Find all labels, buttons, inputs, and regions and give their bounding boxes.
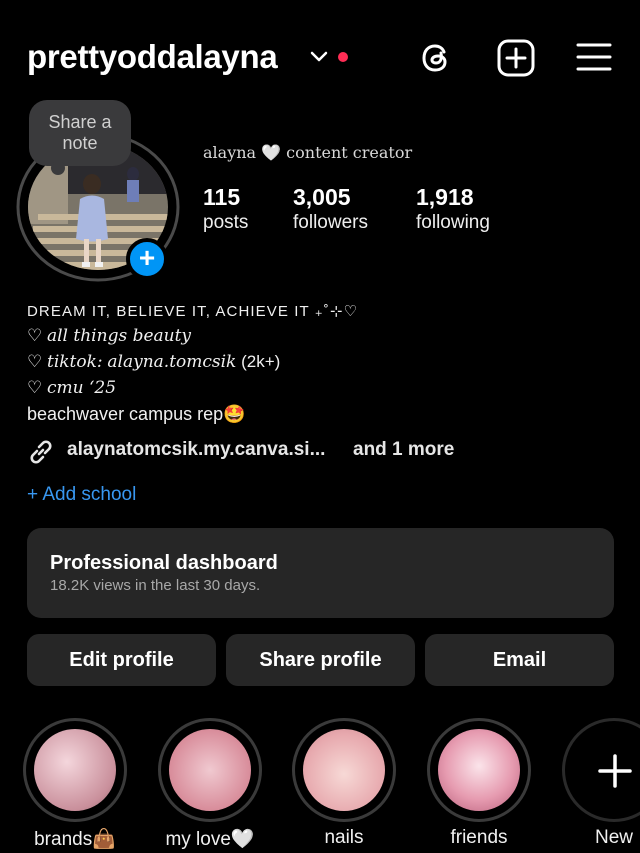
highlight-nails[interactable] [292, 718, 396, 822]
chevron-down-icon[interactable] [310, 50, 328, 64]
bio-tagline: DREAM IT, BELIEVE IT, ACHIEVE IT ₊˚⊹♡ [27, 303, 359, 320]
dashboard-subtitle: 18.2K views in the last 30 days. [50, 577, 261, 594]
share-profile-button[interactable]: Share profile [226, 634, 415, 686]
highlight-friends[interactable] [427, 718, 531, 822]
highlight-cover [169, 729, 251, 811]
link-more[interactable]: and 1 more [353, 439, 454, 461]
highlight-cover [303, 729, 385, 811]
menu-icon[interactable] [574, 38, 614, 78]
posts-count[interactable]: 115 [203, 184, 240, 211]
bio-text: tiktok: [46, 352, 103, 372]
bio-line-tiktok: ♡ tiktok: alayna.tomcsik (2k+) [27, 352, 280, 372]
add-story-button[interactable]: + [126, 238, 168, 280]
add-school-link[interactable]: + Add school [27, 484, 136, 506]
heart-icon: ♡ [27, 378, 43, 397]
email-button[interactable]: Email [425, 634, 614, 686]
new-highlight-button[interactable] [562, 718, 640, 822]
bio-line-beauty: ♡ all things beauty [27, 326, 191, 346]
followers-label[interactable]: followers [293, 212, 368, 234]
notification-dot [338, 52, 348, 62]
highlight-brands[interactable] [23, 718, 127, 822]
highlight-my-love[interactable] [158, 718, 262, 822]
followers-count[interactable]: 3,005 [293, 184, 351, 211]
bio-text: all things beauty [46, 326, 192, 346]
link-url[interactable]: alaynatomcsik.my.canva.si... [67, 439, 325, 461]
dashboard-title: Professional dashboard [50, 552, 278, 574]
following-label[interactable]: following [416, 212, 490, 234]
bio-text: cmu ‘25 [46, 378, 117, 398]
bio-text: (2k+) [241, 352, 281, 371]
highlight-label: friends [450, 827, 508, 848]
highlight-cover [34, 729, 116, 811]
share-note-bubble[interactable]: Share a note [29, 100, 131, 175]
highlight-label: my love🤍 [165, 829, 255, 850]
username-switcher[interactable]: prettyoddalayna [27, 38, 278, 76]
bio-line-campus-rep: beachwaver campus rep🤩 [27, 404, 246, 424]
highlight-cover [438, 729, 520, 811]
highlight-label: New [594, 827, 633, 848]
threads-icon[interactable] [416, 38, 456, 78]
tiktok-handle: alayna.tomcsik [107, 352, 237, 372]
professional-dashboard[interactable]: Professional dashboard 18.2K views in th… [27, 528, 614, 618]
display-name: alayna 🤍 content creator [203, 143, 413, 162]
plus-icon [598, 754, 632, 788]
bio-line-school: ♡ cmu ‘25 [27, 378, 116, 398]
highlight-label: brands👜 [34, 829, 116, 850]
heart-icon: ♡ [27, 326, 43, 345]
heart-icon: ♡ [27, 352, 43, 371]
link-icon [30, 440, 52, 464]
edit-profile-button[interactable]: Edit profile [27, 634, 216, 686]
highlight-label: nails [324, 827, 364, 848]
posts-label[interactable]: posts [203, 212, 248, 234]
following-count[interactable]: 1,918 [416, 184, 474, 211]
create-post-icon[interactable] [496, 38, 536, 78]
